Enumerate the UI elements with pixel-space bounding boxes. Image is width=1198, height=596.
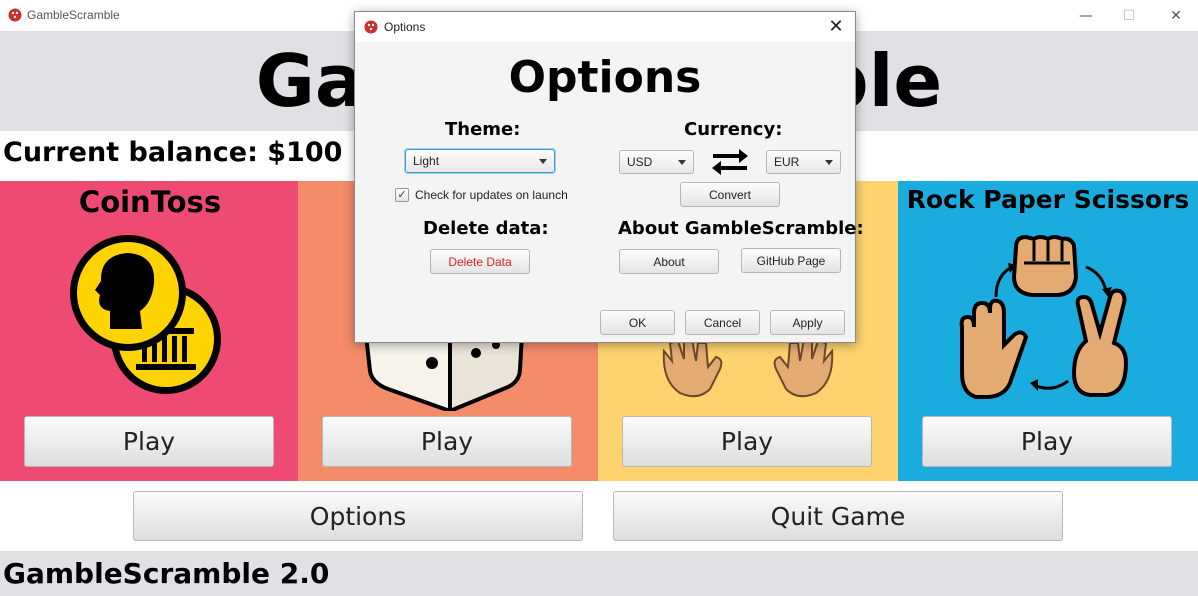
theme-select[interactable]: Light	[405, 149, 555, 173]
cancel-button[interactable]: Cancel	[685, 310, 760, 335]
options-button[interactable]: Options	[133, 491, 583, 541]
swap-arrows-icon	[712, 149, 748, 175]
theme-label: Theme:	[445, 119, 521, 140]
chevron-down-icon	[539, 159, 547, 164]
dice-icon	[363, 333, 525, 411]
delete-data-label: Delete data:	[423, 218, 549, 239]
github-page-button[interactable]: GitHub Page	[741, 248, 841, 273]
about-label: About GambleScramble:	[618, 218, 864, 239]
chevron-down-icon	[678, 160, 686, 165]
minimize-icon[interactable]: —	[1076, 6, 1096, 26]
chevron-down-icon	[825, 160, 833, 165]
play-button-rock-paper-scissors[interactable]: Play	[922, 416, 1172, 467]
game-title-cointoss: CoinToss	[78, 185, 222, 219]
check-updates-checkbox[interactable]: ✓	[395, 188, 409, 202]
quit-game-button[interactable]: Quit Game	[613, 491, 1063, 541]
currency-from-value: USD	[627, 155, 653, 169]
options-dialog: Options ✕ Options Theme: Light ✓ Check f…	[354, 11, 864, 343]
current-balance: Current balance: $100	[3, 137, 343, 168]
app-title: GambleScramble	[27, 8, 120, 22]
theme-select-value: Light	[413, 154, 440, 168]
dice-app-icon	[8, 8, 22, 22]
convert-button[interactable]: Convert	[680, 182, 780, 207]
play-button-dice[interactable]: Play	[322, 416, 572, 467]
ok-button[interactable]: OK	[600, 310, 675, 335]
apply-button[interactable]: Apply	[770, 310, 845, 335]
game-title-rock-paper-scissors: Rock Paper Scissors	[906, 185, 1190, 214]
dialog-heading: Options	[508, 52, 702, 103]
game-panel-cointoss: CoinToss Play	[0, 181, 300, 481]
version-label: GambleScramble 2.0	[3, 557, 330, 590]
check-updates-label: Check for updates on launch	[415, 188, 568, 202]
play-button-hands[interactable]: Play	[622, 416, 872, 467]
play-button-cointoss[interactable]: Play	[24, 416, 274, 467]
close-icon[interactable]: ✕	[1166, 6, 1186, 26]
about-button[interactable]: About	[619, 249, 719, 274]
coin-head-icon	[70, 235, 221, 394]
dialog-close-icon[interactable]: ✕	[825, 16, 847, 38]
game-panel-rock-paper-scissors: Rock Paper Scissors Play	[898, 181, 1198, 481]
maximize-icon[interactable]: ☐	[1119, 6, 1139, 26]
currency-to-select[interactable]: EUR	[766, 150, 841, 174]
currency-to-value: EUR	[774, 155, 800, 169]
dialog-titlebar: Options ✕	[355, 12, 855, 42]
dice-app-icon	[364, 20, 378, 34]
footer-bar: GambleScramble 2.0	[0, 551, 1198, 596]
rock-paper-scissors-icon	[959, 234, 1129, 399]
currency-from-select[interactable]: USD	[619, 150, 694, 174]
delete-data-button[interactable]: Delete Data	[430, 249, 530, 274]
currency-label: Currency:	[684, 119, 783, 140]
dialog-title: Options	[384, 20, 426, 34]
